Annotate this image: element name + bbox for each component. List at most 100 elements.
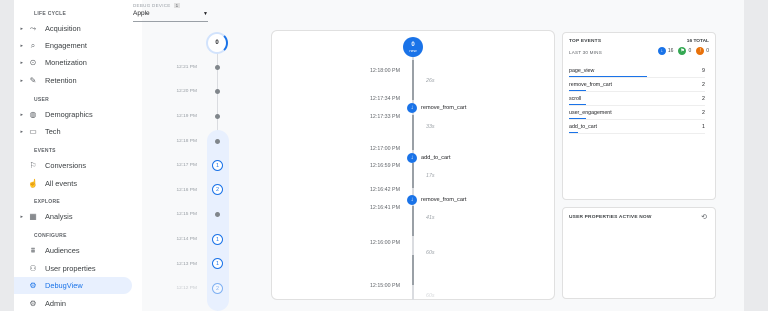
stream-time: 12:18:00 PM (369, 68, 400, 74)
sidebar-item-acquisition[interactable]: ▸ ⤳ Acquisition (14, 20, 132, 37)
stream-gap-bar (412, 115, 414, 150)
top-event-row[interactable]: add_to_cart 1 (569, 122, 705, 134)
stream-event-remove-from-cart[interactable]: ↓ remove_from_cart (407, 103, 466, 113)
top-events-card: TOP EVENTS 16 TOTAL LAST 30 MINS ↓ 16 ⚑ … (562, 32, 716, 200)
minute-event-count[interactable]: 1 (212, 234, 223, 245)
top-event-count: 2 (702, 110, 705, 116)
sidebar-item-debugview[interactable]: ⚙ DebugView (14, 277, 132, 294)
badge-standard-count: 16 (667, 48, 674, 54)
event-type-badges: ↓ 16 ⚑ 0 ! 0 (657, 47, 709, 55)
stream-event-add-to-cart[interactable]: ↓ add_to_cart (407, 153, 451, 163)
bug-icon: ⚙ (29, 281, 37, 290)
minute-dot[interactable] (215, 139, 220, 144)
minute-time: 12:17 PM (176, 163, 197, 168)
stream-time: 12:16:00 PM (369, 240, 400, 246)
sidebar-item-monetization[interactable]: ▸ ⊙ Monetization (14, 54, 132, 71)
monetization-icon: ⊙ (29, 58, 37, 67)
stream-gap-bar (412, 60, 414, 100)
stream-gap-bar (412, 255, 414, 285)
section-user: USER (34, 97, 50, 103)
top-event-row[interactable]: user_engagement 2 (569, 108, 705, 120)
device-select[interactable]: Apple ▼ (133, 10, 208, 22)
expand-arrow-icon: ▸ (20, 25, 23, 32)
sidebar-item-all-events[interactable]: ☝ All events (14, 175, 132, 192)
sidebar-item-label: DebugView (45, 281, 83, 290)
stream-time: 12:17:33 PM (369, 114, 400, 120)
history-icon[interactable]: ⟲ (701, 213, 707, 221)
top-event-row[interactable]: remove_from_cart 2 (569, 80, 705, 92)
badge-standard[interactable]: ↓ 16 (657, 47, 674, 55)
minute-time: 12:14 PM (176, 237, 197, 242)
sidebar-item-engagement[interactable]: ▸ ⌕ Engagement (14, 37, 132, 54)
minute-time: 12:13 PM (176, 262, 197, 267)
sidebar-item-analysis[interactable]: ▸ ▦ Analysis (14, 208, 132, 225)
minute-event-count[interactable]: 1 (212, 258, 223, 269)
expand-arrow-icon: ▸ (20, 77, 23, 84)
sidebar-item-label: Engagement (45, 41, 87, 50)
top-event-name: remove_from_cart (569, 82, 612, 88)
section-life-cycle: LIFE CYCLE (34, 11, 67, 17)
badge-error[interactable]: ! 0 (696, 47, 709, 55)
stream-duration: 17s (426, 173, 435, 179)
stream-event-label: remove_from_cart (421, 197, 467, 203)
error-event-icon: ! (696, 47, 705, 55)
expand-arrow-icon: ▸ (20, 111, 23, 118)
top-event-name: scroll (569, 96, 582, 102)
minute-event-count[interactable]: 2 (212, 283, 223, 294)
top-event-bar (569, 118, 586, 119)
stream-gap-bar (412, 206, 414, 236)
minute-event-count[interactable]: 1 (212, 160, 223, 171)
top-event-row[interactable]: scroll 2 (569, 94, 705, 106)
badge-error-count: 0 (706, 48, 709, 54)
acquisition-icon: ⤳ (29, 23, 37, 33)
audiences-icon: ⩩ (30, 245, 36, 255)
retention-icon: ✎ (29, 76, 37, 85)
minute-dot[interactable] (215, 89, 220, 94)
minute-time: 12:21 PM (176, 65, 197, 70)
stream-duration: 60s (426, 250, 435, 256)
stream-duration: 60s (426, 293, 435, 299)
device-select-value: Apple (133, 10, 150, 17)
minute-time: 12:20 PM (176, 89, 197, 94)
top-event-count: 9 (702, 68, 705, 74)
stream-duration: 41s (426, 215, 435, 221)
badge-conversion[interactable]: ⚑ 0 (678, 47, 691, 55)
sidebar-item-audiences[interactable]: ⩩ Audiences (14, 242, 132, 259)
event-arrow-icon: ↓ (407, 103, 417, 113)
minute-time: 12:12 PM (176, 286, 197, 291)
debug-device-label-text: DEBUG DEVICE (133, 3, 171, 8)
minute-event-count[interactable]: 2 (212, 184, 223, 195)
dropdown-arrow-icon: ▼ (203, 11, 208, 17)
top-event-name: user_engagement (569, 110, 612, 116)
new-events-counter[interactable]: 0 new (403, 37, 423, 57)
sidebar-item-demographics[interactable]: ▸ ◍ Demographics (14, 106, 132, 123)
sidebar-item-label: Tech (45, 127, 61, 136)
current-minute-count: 0 (215, 40, 219, 46)
minute-dot[interactable] (215, 65, 220, 70)
top-event-count: 1 (702, 124, 705, 130)
top-event-bar (569, 76, 647, 77)
stream-time: 12:16:41 PM (369, 205, 400, 211)
stream-duration: 26s (426, 78, 435, 84)
sidebar-item-label: All events (45, 179, 78, 188)
sidebar-item-conversions[interactable]: ⚐ Conversions (14, 157, 132, 174)
minute-dot[interactable] (215, 212, 220, 217)
minute-time: 12:19 PM (176, 114, 197, 119)
sidebar-item-retention[interactable]: ▸ ✎ Retention (14, 72, 132, 89)
section-explore: EXPLORE (34, 199, 60, 205)
expand-arrow-icon: ▸ (20, 213, 23, 220)
minute-dot[interactable] (215, 114, 220, 119)
section-configure: CONFIGURE (34, 233, 67, 239)
stream-event-remove-from-cart[interactable]: ↓ remove_from_cart (407, 195, 466, 205)
top-event-bar (569, 90, 586, 91)
sidebar-item-admin[interactable]: ⚙ Admin (14, 295, 132, 311)
top-event-name: page_view (569, 68, 595, 74)
sidebar-item-label: User properties (45, 264, 96, 273)
top-event-row[interactable]: page_view 9 (569, 66, 705, 78)
sidebar-item-user-properties[interactable]: ⚇ User properties (14, 260, 132, 277)
expand-arrow-icon: ▸ (20, 128, 23, 135)
stream-time: 12:15:00 PM (369, 283, 400, 289)
sidebar-item-tech[interactable]: ▸ ▭ Tech (14, 123, 132, 140)
top-events-title: TOP EVENTS (569, 39, 602, 44)
sidebar-item-label: Conversions (45, 161, 87, 170)
